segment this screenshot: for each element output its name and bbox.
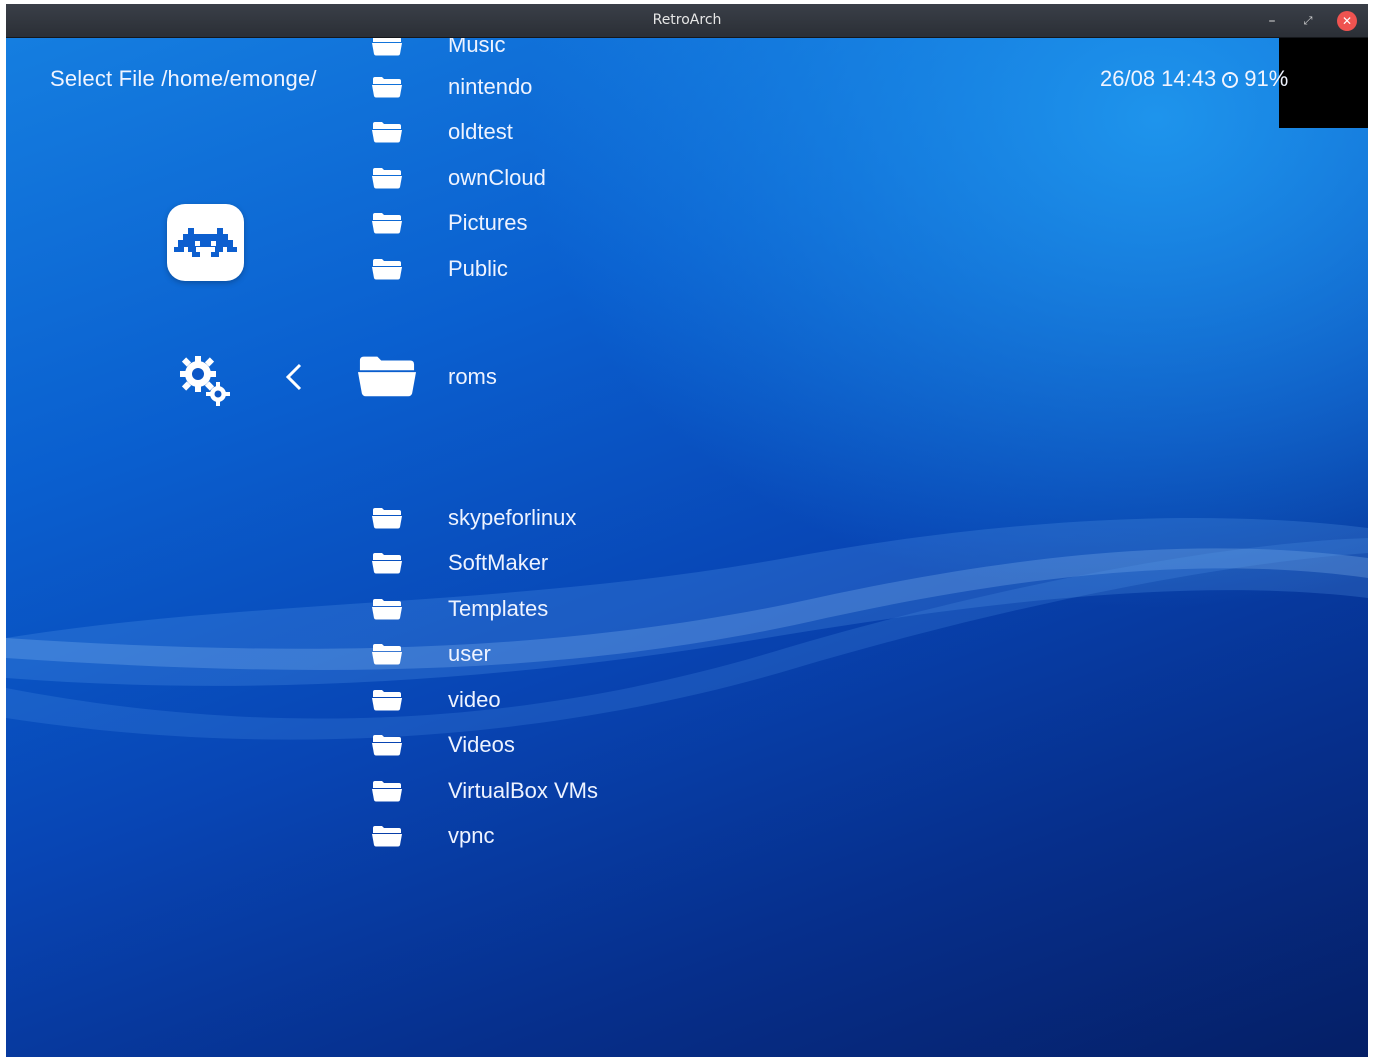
folder-icon (372, 599, 402, 620)
page-title: Select File /home/emonge/ (50, 66, 317, 91)
gears-icon[interactable] (178, 352, 234, 408)
chevron-left-icon[interactable] (283, 362, 305, 392)
status-bar: 26/08 14:43 91% (1100, 66, 1288, 92)
file-list-item-label: vpnc (448, 823, 495, 848)
file-list-item[interactable]: video (366, 681, 966, 721)
file-list-item-label: Pictures (448, 210, 528, 235)
retroarch-logo-icon[interactable] (167, 204, 244, 281)
file-list-item-label: video (448, 687, 501, 712)
file-list-item[interactable]: Public (366, 250, 966, 290)
file-list-item-label: roms (448, 364, 497, 389)
file-list-item[interactable]: nintendo (366, 68, 966, 108)
file-list-item[interactable]: user (366, 635, 966, 675)
folder-icon (372, 508, 402, 529)
file-list-item[interactable]: VirtualBox VMs (366, 772, 966, 812)
maximize-button[interactable]: ⤢ (1298, 11, 1318, 31)
file-list-item[interactable]: SoftMaker (366, 544, 966, 584)
invader-icon (174, 228, 237, 257)
window-title: RetroArch (652, 12, 722, 28)
file-list-item-label: skypeforlinux (448, 505, 577, 530)
file-list-item-label: nintendo (448, 74, 533, 99)
folder-icon (372, 781, 402, 802)
file-list-item-selected[interactable]: roms (358, 344, 966, 414)
folder-icon (372, 168, 402, 189)
file-list-item-label: Music (448, 38, 506, 57)
folder-icon (372, 259, 402, 280)
file-list-item[interactable]: Pictures (366, 204, 966, 244)
file-list-item-label: ownCloud (448, 165, 546, 190)
minimize-button[interactable]: – (1262, 11, 1282, 31)
file-list-item-label: oldtest (448, 119, 513, 144)
file-list-item[interactable]: skypeforlinux (366, 499, 966, 539)
black-overlay-region (1279, 38, 1368, 128)
file-list-item-label: Public (448, 256, 508, 281)
file-list-item-label: user (448, 641, 491, 666)
folder-icon (372, 644, 402, 665)
window-titlebar[interactable]: RetroArch – ⤢ ✕ (6, 4, 1368, 38)
file-list-item[interactable]: Music (366, 38, 966, 66)
file-list-item[interactable]: ownCloud (366, 159, 966, 199)
folder-icon (372, 38, 402, 56)
folder-icon (372, 735, 402, 756)
folder-icon (372, 213, 402, 234)
folder-icon (372, 77, 402, 98)
datetime-text: 26/08 14:43 (1100, 66, 1217, 91)
file-list-item-label: VirtualBox VMs (448, 778, 598, 803)
file-list-item-label: SoftMaker (448, 550, 549, 575)
battery-text: 91% (1244, 66, 1289, 91)
folder-icon (372, 690, 402, 711)
folder-icon (372, 122, 402, 143)
close-button[interactable]: ✕ (1337, 11, 1357, 31)
file-list-item[interactable]: Templates (366, 590, 966, 630)
file-list-item[interactable]: oldtest (366, 113, 966, 153)
file-list-item-label: Videos (448, 732, 515, 757)
xmb-menu-screen: Select File /home/emonge/ 26/08 14:43 91% (6, 38, 1368, 1057)
file-list-item[interactable]: vpnc (366, 817, 966, 857)
folder-icon (372, 553, 402, 574)
folder-icon (358, 356, 416, 397)
folder-icon (372, 826, 402, 847)
file-list-item-label: Templates (448, 596, 549, 621)
clock-icon (1222, 72, 1239, 88)
retroarch-window: RetroArch – ⤢ ✕ Select File /home/emonge… (6, 4, 1368, 1057)
file-list-item[interactable]: Videos (366, 726, 966, 766)
